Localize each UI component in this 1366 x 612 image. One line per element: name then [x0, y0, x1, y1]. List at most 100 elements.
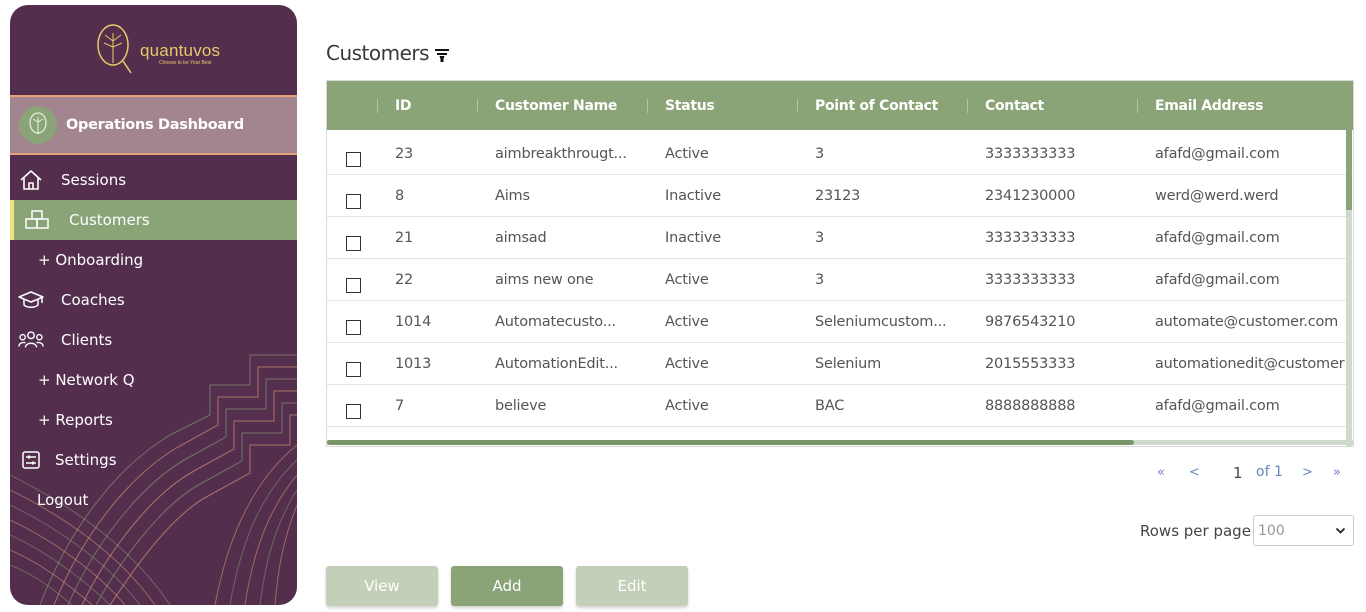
- page-title-text: Customers: [326, 41, 430, 65]
- column-header-point-of-contact[interactable]: Point of Contact: [815, 81, 938, 130]
- cell-id: 21: [395, 230, 414, 246]
- vertical-scrollbar-thumb[interactable]: [1346, 130, 1352, 210]
- sidebar-item-label: Logout: [37, 491, 89, 509]
- row-checkbox[interactable]: [346, 320, 361, 335]
- column-header-status[interactable]: Status: [665, 81, 715, 130]
- cell-customer-name: believe: [495, 398, 547, 414]
- cell-customer-name: aims new one: [495, 272, 594, 288]
- cell-customer-name: aimbreakthrougt...: [495, 146, 627, 162]
- logo-text: quantuvos: [140, 41, 221, 60]
- first-page-button[interactable]: «: [1157, 465, 1165, 480]
- table-row[interactable]: 22 aims new one Active 3 3333333333 afaf…: [327, 259, 1347, 301]
- cell-customer-name: Aims: [495, 188, 530, 204]
- cell-point-of-contact: 3: [815, 272, 825, 288]
- dashboard-title: Operations Dashboard: [66, 117, 244, 133]
- cell-id: 22: [395, 272, 414, 288]
- table-row[interactable]: 21 aimsad Inactive 3 3333333333 afafd@gm…: [327, 217, 1347, 259]
- sidebar-item-label: Settings: [55, 451, 117, 469]
- cell-customer-name: AutomationEdit...: [495, 356, 618, 372]
- cell-contact: 3333333333: [985, 146, 1076, 162]
- cell-status: Inactive: [665, 188, 721, 204]
- cell-status: Inactive: [665, 230, 721, 246]
- sidebar-item-sessions[interactable]: Sessions: [10, 160, 297, 200]
- users-icon: [18, 327, 44, 353]
- operations-dashboard-header[interactable]: Operations Dashboard: [10, 95, 297, 155]
- rows-per-page-select[interactable]: 100: [1253, 515, 1354, 546]
- column-header-email-address[interactable]: Email Address: [1155, 81, 1263, 130]
- cell-customer-name: aimsad: [495, 230, 547, 246]
- horizontal-scrollbar-thumb[interactable]: [327, 440, 1134, 445]
- table-row[interactable]: 8 Aims Inactive 23123 2341230000 werd@we…: [327, 175, 1347, 217]
- logo-tagline: Choose to be Your Best: [159, 60, 212, 66]
- sidebar-item-logout[interactable]: Logout: [10, 480, 297, 520]
- sidebar-item-reports[interactable]: + Reports: [10, 400, 297, 440]
- column-divider: [647, 99, 648, 113]
- cell-contact: 8888888888: [985, 398, 1076, 414]
- column-divider: [477, 99, 478, 113]
- sidebar-item-customers[interactable]: Customers: [10, 200, 297, 240]
- boxes-icon: [24, 207, 50, 233]
- last-page-button[interactable]: »: [1333, 465, 1341, 480]
- cell-id: 23: [395, 146, 414, 162]
- sidebar-item-label: + Network Q: [38, 371, 135, 389]
- logo: quantuvos Choose to be Your Best: [10, 5, 297, 94]
- horizontal-scrollbar[interactable]: [327, 440, 1353, 445]
- customers-table: ID Customer Name Status Point of Contact…: [326, 80, 1354, 447]
- sidebar-item-label: Clients: [61, 331, 113, 349]
- cell-point-of-contact: BAC: [815, 398, 845, 414]
- page-title: Customers: [326, 41, 450, 65]
- total-pages: of 1: [1256, 464, 1283, 480]
- cell-contact: 3333333333: [985, 272, 1076, 288]
- cell-id: 8: [395, 188, 405, 204]
- row-checkbox[interactable]: [346, 278, 361, 293]
- table-row[interactable]: 1013 AutomationEdit... Active Selenium 2…: [327, 343, 1347, 385]
- settings-sliders-icon: [18, 447, 44, 473]
- prev-page-button[interactable]: <: [1189, 465, 1200, 480]
- sidebar-item-onboarding[interactable]: + Onboarding: [10, 240, 297, 280]
- add-button[interactable]: Add: [451, 566, 563, 606]
- column-divider: [1137, 99, 1138, 113]
- column-header-id[interactable]: ID: [395, 81, 412, 130]
- sidebar-item-label: Customers: [69, 211, 150, 229]
- cell-point-of-contact: 3: [815, 146, 825, 162]
- rows-per-page-value: 100: [1258, 522, 1285, 539]
- filter-icon[interactable]: [434, 47, 450, 63]
- cell-point-of-contact: 23123: [815, 188, 861, 204]
- cell-email: afafd@gmail.com: [1155, 398, 1280, 414]
- row-checkbox[interactable]: [346, 404, 361, 419]
- table-row[interactable]: 23 aimbreakthrougt... Active 3 333333333…: [327, 133, 1347, 175]
- vertical-scrollbar[interactable]: [1346, 130, 1352, 446]
- sidebar-item-clients[interactable]: Clients: [10, 320, 297, 360]
- current-page: 1: [1233, 464, 1243, 482]
- sidebar-item-label: + Onboarding: [38, 251, 144, 269]
- row-checkbox[interactable]: [346, 194, 361, 209]
- table-row[interactable]: 7 believe Active BAC 8888888888 afafd@gm…: [327, 385, 1347, 427]
- tree-icon: [29, 112, 47, 134]
- row-checkbox[interactable]: [346, 152, 361, 167]
- cell-point-of-contact: Seleniumcustom...: [815, 314, 947, 330]
- view-button[interactable]: View: [326, 566, 438, 606]
- column-header-contact[interactable]: Contact: [985, 81, 1044, 130]
- sidebar-item-network-q[interactable]: + Network Q: [10, 360, 297, 400]
- cell-email: afafd@gmail.com: [1155, 230, 1280, 246]
- column-divider: [377, 99, 378, 113]
- cell-customer-name: Automatecusto...: [495, 314, 616, 330]
- cell-id: 1013: [395, 356, 432, 372]
- sidebar-item-settings[interactable]: Settings: [10, 440, 297, 480]
- edit-button[interactable]: Edit: [576, 566, 688, 606]
- cell-status: Active: [665, 398, 709, 414]
- next-page-button[interactable]: >: [1302, 465, 1313, 480]
- cell-status: Active: [665, 356, 709, 372]
- sidebar-item-coaches[interactable]: Coaches: [10, 280, 297, 320]
- table-header: ID Customer Name Status Point of Contact…: [327, 81, 1353, 130]
- cell-contact: 2015553333: [985, 356, 1076, 372]
- column-header-customer-name[interactable]: Customer Name: [495, 81, 617, 130]
- sidebar: quantuvos Choose to be Your Best Operati…: [10, 5, 297, 605]
- row-checkbox[interactable]: [346, 236, 361, 251]
- cell-status: Active: [665, 146, 709, 162]
- table-row[interactable]: 1014 Automatecusto... Active Seleniumcus…: [327, 301, 1347, 343]
- cell-contact: 2341230000: [985, 188, 1076, 204]
- row-checkbox[interactable]: [346, 362, 361, 377]
- cell-contact: 9876543210: [985, 314, 1076, 330]
- cell-id: 1014: [395, 314, 432, 330]
